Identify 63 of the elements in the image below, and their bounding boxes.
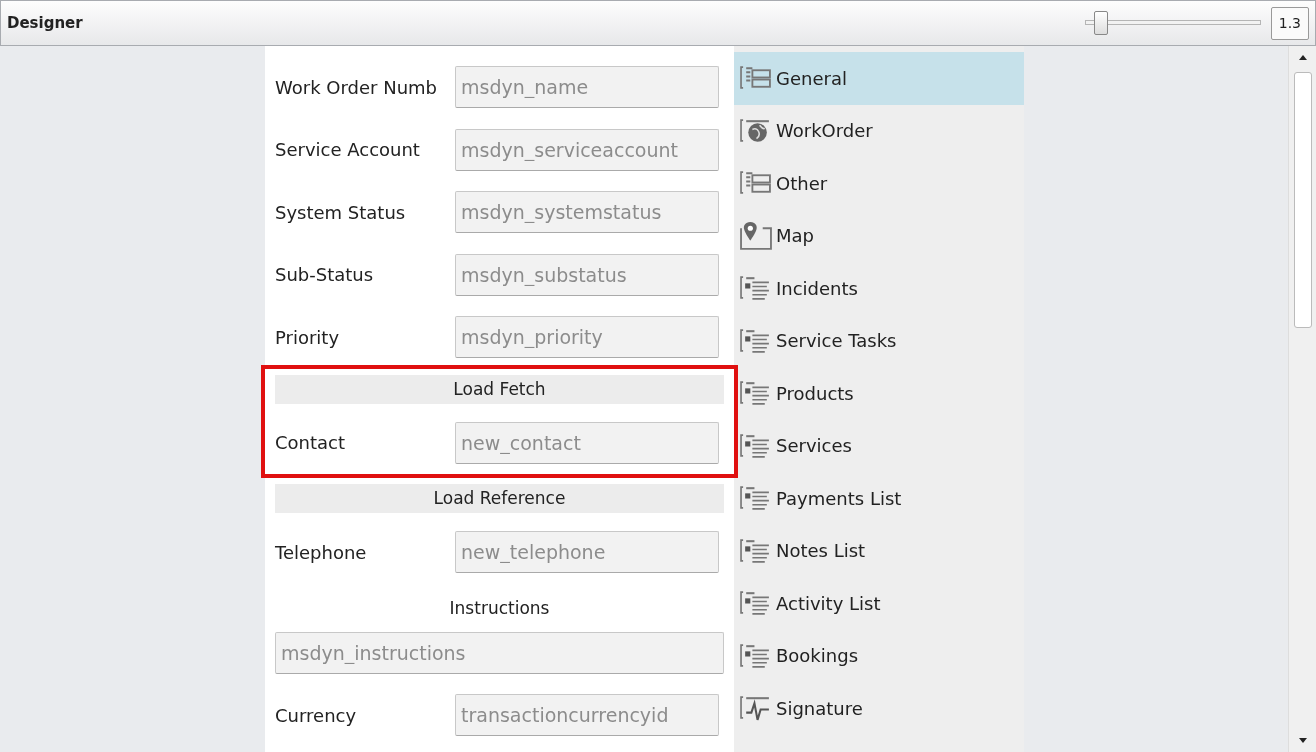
sidebar-tab[interactable]: Other [734,157,1024,210]
tab-label: Signature [776,696,863,721]
tab-label: General [776,66,847,91]
sidebar-tab[interactable]: Incidents [734,262,1024,315]
sidebar-tab[interactable]: Notes List [734,524,1024,577]
sidebar-tab[interactable]: General [734,52,1024,105]
input-field[interactable]: msdyn_name [455,66,719,109]
sidebar-tab[interactable]: WorkOrder [734,104,1024,157]
window-title: Designer [7,12,83,34]
tab-label: Services [776,434,852,459]
section-header: Load Reference [275,484,724,513]
input-field[interactable]: msdyn_priority [455,316,719,359]
sidebar-tab[interactable]: Activity List [734,577,1024,630]
tab-label: Map [776,224,814,249]
section-heading: Instructions [448,596,551,620]
input-field[interactable]: msdyn_instructions [275,631,724,674]
field-label: Contact [275,431,347,456]
input-field[interactable]: transactioncurrencyid [455,694,719,737]
field-label: Service Account [275,138,421,163]
tab-label: Activity List [776,591,881,616]
zoom-value: 1.3 [1270,6,1309,40]
field-label: Telephone [275,540,368,565]
zoom-slider[interactable] [1084,10,1261,36]
tab-label: Other [776,171,828,196]
folder-list-icon [740,536,772,565]
scrollbar-thumb[interactable] [1294,72,1312,328]
field-label: Priority [275,325,341,350]
slider-thumb[interactable] [1093,11,1108,35]
section-header: Load Fetch [275,374,724,404]
folder-globe-icon [740,116,772,145]
input-field[interactable]: msdyn_serviceaccount [455,128,719,171]
tab-label: Bookings [776,644,858,669]
tab-label: Payments List [776,486,902,511]
input-field[interactable]: msdyn_substatus [455,253,719,296]
sidebar-tab[interactable]: Service Tasks [734,314,1024,367]
sidebar-tab[interactable]: Services [734,419,1024,472]
input-field[interactable]: msdyn_systemstatus [455,191,719,234]
field-label: System Status [275,200,407,225]
tab-label: Service Tasks [776,329,897,354]
sidebar-tab[interactable]: Payments List [734,472,1024,525]
scrollbar[interactable] [1288,46,1316,752]
field-label: Sub-Status [275,263,375,288]
folder-signature-icon [740,694,772,723]
folder-list-icon [740,326,772,355]
tab-label: Incidents [776,276,858,301]
tab-label: Products [776,381,854,406]
tab-label: Notes List [776,539,866,564]
folder-list-icon [740,379,772,408]
input-field[interactable]: new_contact [455,421,719,464]
tab-label: WorkOrder [776,119,873,144]
folder-list-icon [740,641,772,670]
folder-list-icon [740,589,772,618]
sidebar-tab[interactable]: Bookings [734,629,1024,682]
folder-list-icon [740,484,772,513]
map-pin-icon [740,221,772,250]
field-label: Work Order Numb [275,75,438,100]
folder-list-icon [740,431,772,460]
input-field[interactable]: new_telephone [455,531,719,574]
sidebar-tab[interactable]: Products [734,367,1024,420]
sidebar-tab[interactable]: Map [734,209,1024,262]
folder-list-icon [740,274,772,303]
field-label: Currency [275,703,358,728]
sidebar-tab[interactable]: Signature [734,682,1024,735]
